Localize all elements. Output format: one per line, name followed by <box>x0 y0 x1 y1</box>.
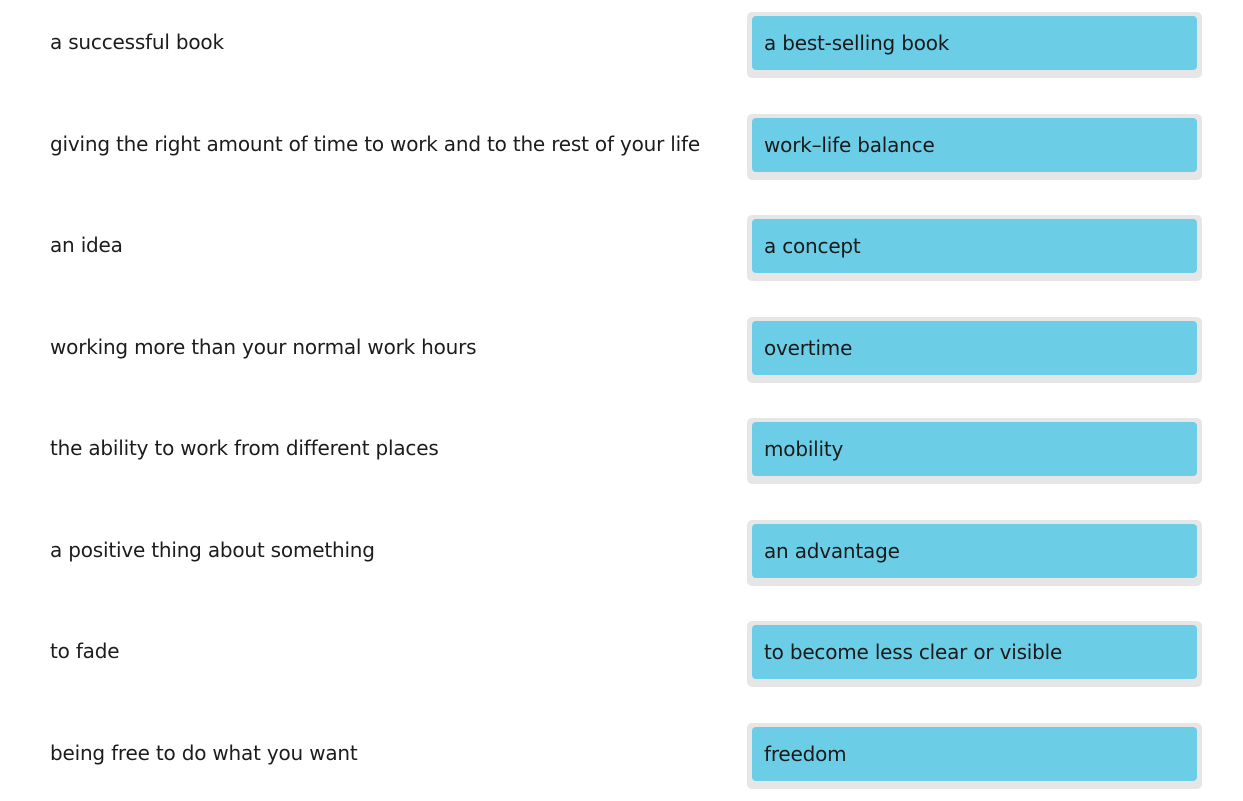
prompt-text: the ability to work from different place… <box>50 436 439 460</box>
answer-chip[interactable]: a concept <box>752 219 1197 273</box>
match-row: a successful book a best-selling book <box>0 12 1243 78</box>
match-row: giving the right amount of time to work … <box>0 114 1243 180</box>
answer-chip[interactable]: freedom <box>752 727 1197 781</box>
answer-drop-zone[interactable]: a best-selling book <box>747 12 1202 78</box>
prompt-text: to fade <box>50 639 120 663</box>
answer-drop-zone[interactable]: freedom <box>747 723 1202 789</box>
match-row: an idea a concept <box>0 215 1243 281</box>
answer-drop-zone[interactable]: to become less clear or visible <box>747 621 1202 687</box>
match-row: being free to do what you want freedom <box>0 723 1243 789</box>
answer-chip[interactable]: to become less clear or visible <box>752 625 1197 679</box>
match-row: a positive thing about something an adva… <box>0 520 1243 586</box>
answer-drop-zone[interactable]: overtime <box>747 317 1202 383</box>
answer-drop-zone[interactable]: an advantage <box>747 520 1202 586</box>
prompt-text: working more than your normal work hours <box>50 335 477 359</box>
answer-chip[interactable]: work–life balance <box>752 118 1197 172</box>
answer-chip[interactable]: mobility <box>752 422 1197 476</box>
match-row: the ability to work from different place… <box>0 418 1243 484</box>
answer-drop-zone[interactable]: a concept <box>747 215 1202 281</box>
match-row: to fade to become less clear or visible <box>0 621 1243 687</box>
prompt-text: a successful book <box>50 30 224 54</box>
answer-drop-zone[interactable]: mobility <box>747 418 1202 484</box>
answer-drop-zone[interactable]: work–life balance <box>747 114 1202 180</box>
prompt-text: giving the right amount of time to work … <box>50 132 700 156</box>
match-row: working more than your normal work hours… <box>0 317 1243 383</box>
answer-chip[interactable]: overtime <box>752 321 1197 375</box>
prompt-text: a positive thing about something <box>50 538 375 562</box>
answer-chip[interactable]: a best-selling book <box>752 16 1197 70</box>
answer-chip[interactable]: an advantage <box>752 524 1197 578</box>
prompt-text: an idea <box>50 233 123 257</box>
prompt-text: being free to do what you want <box>50 741 358 765</box>
